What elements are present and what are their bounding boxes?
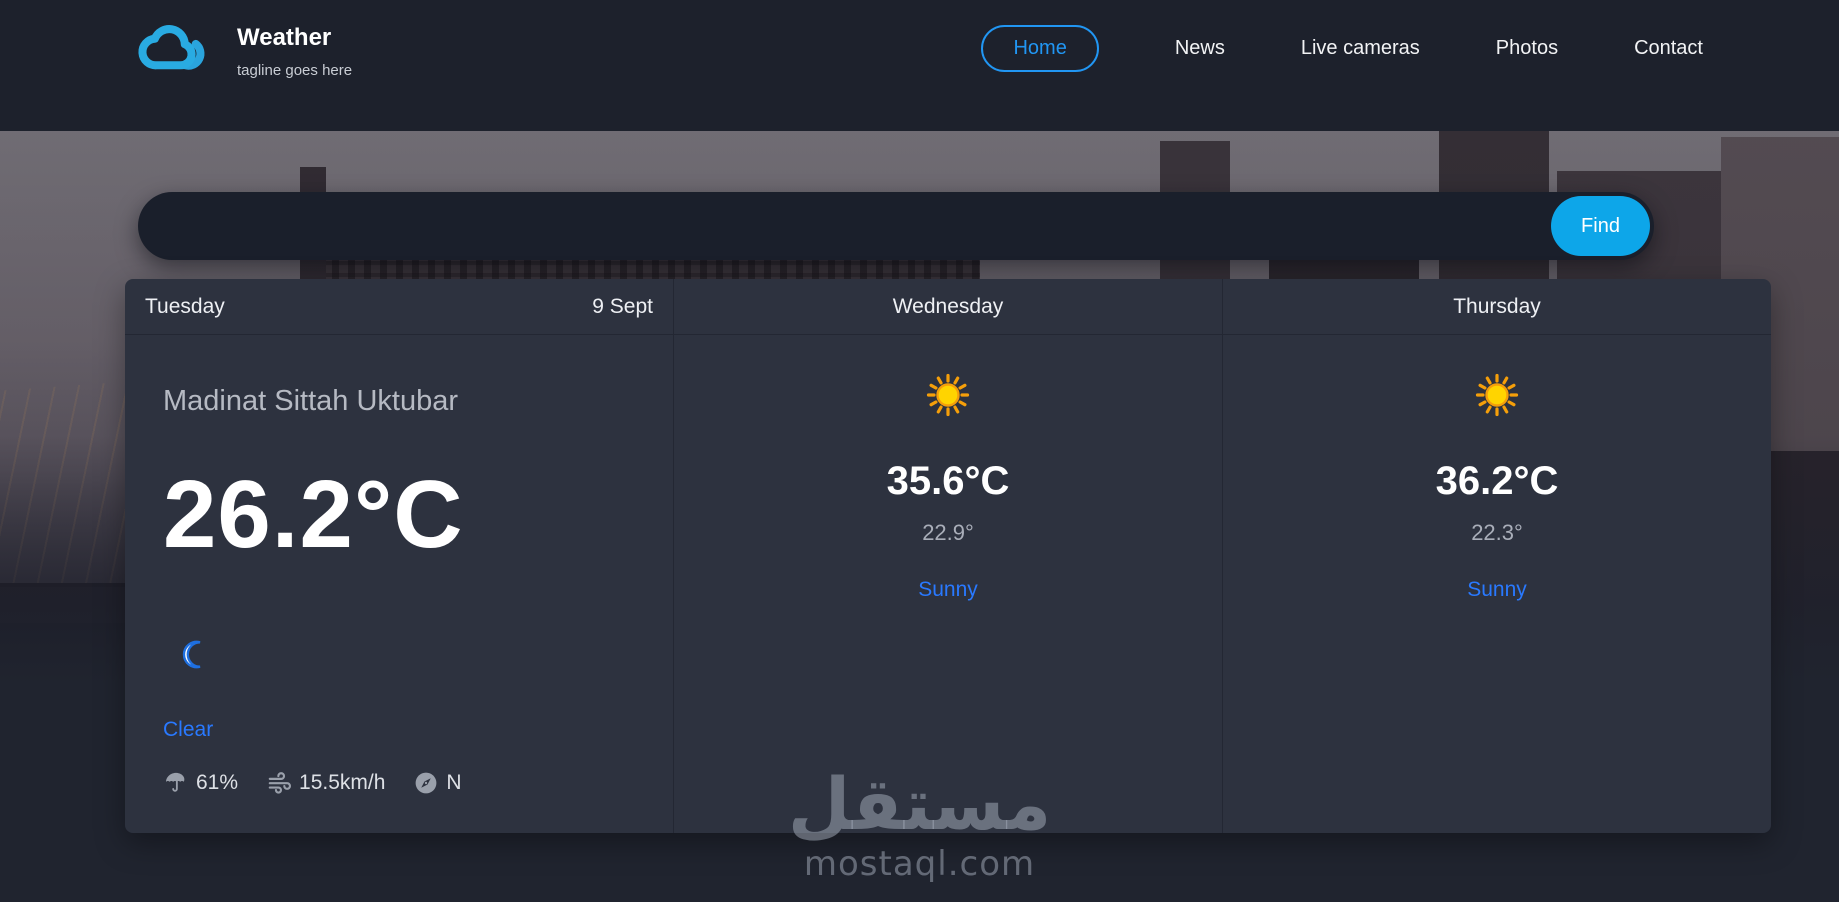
high-temperature: 35.6°C: [886, 459, 1010, 503]
card-header-tuesday: Tuesday 9 Sept: [125, 279, 673, 335]
search-input[interactable]: [138, 192, 1654, 260]
forecast-card-tuesday: Tuesday 9 Sept Madinat Sittah Uktubar 26…: [125, 279, 673, 833]
nav-live-cameras[interactable]: Live cameras: [1301, 37, 1420, 60]
sun-icon: [1475, 373, 1519, 417]
forecast-card-thursday: Thursday 36.2°C 22.3° Sunny: [1222, 279, 1771, 833]
crescent-moon-icon: [182, 640, 201, 668]
nav-news[interactable]: News: [1175, 37, 1225, 60]
brand-text: Weather tagline goes here: [237, 20, 352, 79]
low-temperature: 22.3°: [1471, 520, 1523, 545]
high-temperature: 36.2°C: [1435, 459, 1559, 503]
find-button[interactable]: Find: [1551, 196, 1650, 256]
condition-link[interactable]: Sunny: [1467, 578, 1527, 602]
wind-stat: 15.5km/h: [266, 770, 385, 796]
low-temperature: 22.9°: [922, 520, 974, 545]
date-label: 9 Sept: [592, 294, 653, 318]
humidity-stat: 61%: [163, 770, 238, 796]
humidity-value: 61%: [196, 770, 239, 794]
brand: Weather tagline goes here: [137, 20, 352, 79]
condition-link[interactable]: Clear: [163, 718, 213, 742]
wind-icon: [268, 771, 292, 794]
weather-stats: 61% 15.5km/h N: [163, 770, 635, 796]
compass-icon: [416, 772, 437, 793]
search-bar: Find: [138, 192, 1654, 260]
card-header-wednesday: Wednesday: [674, 279, 1222, 335]
forecast-card-wednesday: Wednesday 35.6°C 22.9° Sunny: [673, 279, 1222, 833]
nav-home[interactable]: Home: [981, 24, 1099, 72]
sun-icon: [926, 373, 970, 417]
card-body-wednesday: 35.6°C 22.9° Sunny: [674, 371, 1222, 602]
card-body-thursday: 36.2°C 22.3° Sunny: [1223, 371, 1771, 602]
location-name: Madinat Sittah Uktubar: [163, 385, 458, 417]
day-label: Thursday: [1453, 294, 1541, 318]
condition-link[interactable]: Sunny: [918, 578, 978, 602]
nav-photos[interactable]: Photos: [1496, 37, 1558, 60]
site-title: Weather: [237, 24, 332, 51]
site-tagline: tagline goes here: [237, 62, 353, 79]
day-label: Wednesday: [892, 294, 1004, 318]
main-nav: Home News Live cameras Photos Contact: [981, 18, 1703, 78]
condition-icon-row: [163, 640, 635, 670]
day-label: Tuesday: [145, 294, 225, 318]
nav-contact[interactable]: Contact: [1634, 37, 1703, 60]
watermark-latin: mostaql.com: [803, 844, 1036, 884]
wind-speed-value: 15.5km/h: [299, 770, 386, 794]
card-body-tuesday: Madinat Sittah Uktubar 26.2°C Clear 61%: [125, 385, 673, 796]
current-temperature: 26.2°C: [163, 461, 464, 568]
cloud-logo-icon: [138, 25, 205, 70]
wind-direction-value: N: [446, 770, 462, 794]
umbrella-icon: [166, 772, 185, 792]
forecast-cards: Tuesday 9 Sept Madinat Sittah Uktubar 26…: [125, 279, 1771, 833]
wind-direction-stat: N: [413, 770, 462, 796]
card-header-thursday: Thursday: [1223, 279, 1771, 335]
navbar: Weather tagline goes here Home News Live…: [0, 0, 1839, 131]
